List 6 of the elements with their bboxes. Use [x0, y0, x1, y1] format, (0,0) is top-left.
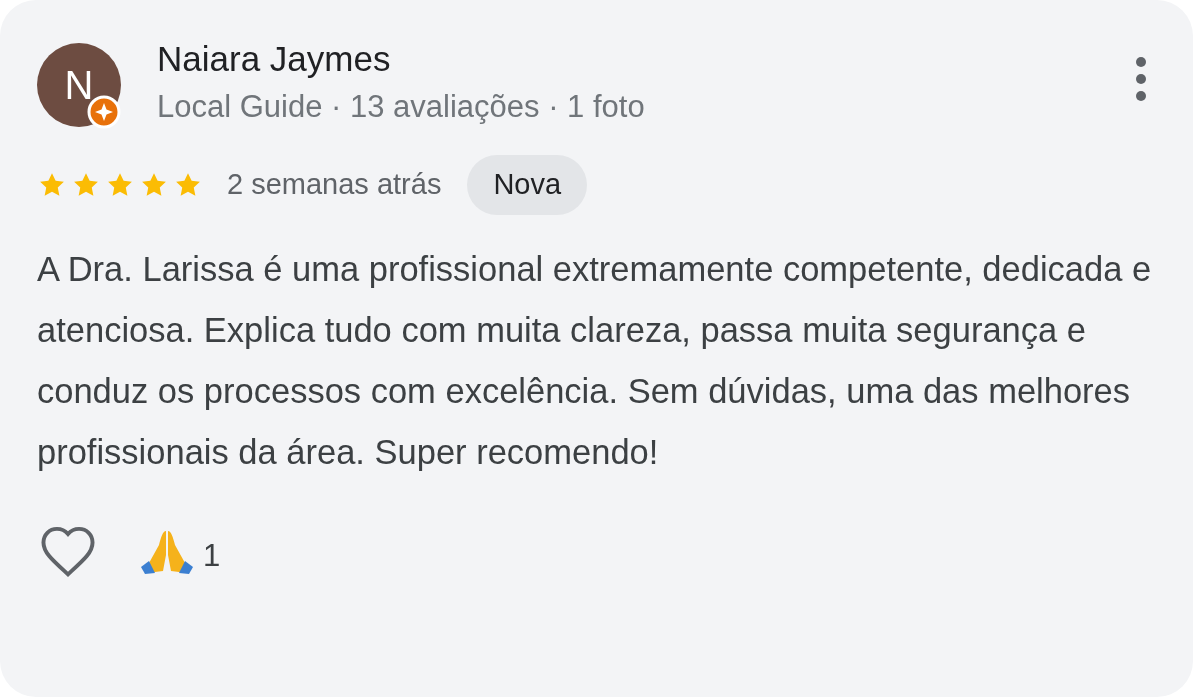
new-tag: Nova: [467, 155, 588, 215]
review-time: 2 semanas atrás: [227, 167, 442, 203]
author-name[interactable]: Naiara Jaymes: [157, 33, 1129, 85]
author-meta: Local Guide · 13 avaliações · 1 foto: [157, 88, 646, 126]
reaction-count: 1: [203, 540, 221, 571]
review-text: A Dra. Larissa é uma profissional extremamente competente, dedicada e atenciosa. Explica tudo com muita clareza, passa muita segurança e conduz os processos com excelência. Sem dúvidas, uma das melhores profissionais da área. Super recomendo!: [37, 249, 1153, 473]
